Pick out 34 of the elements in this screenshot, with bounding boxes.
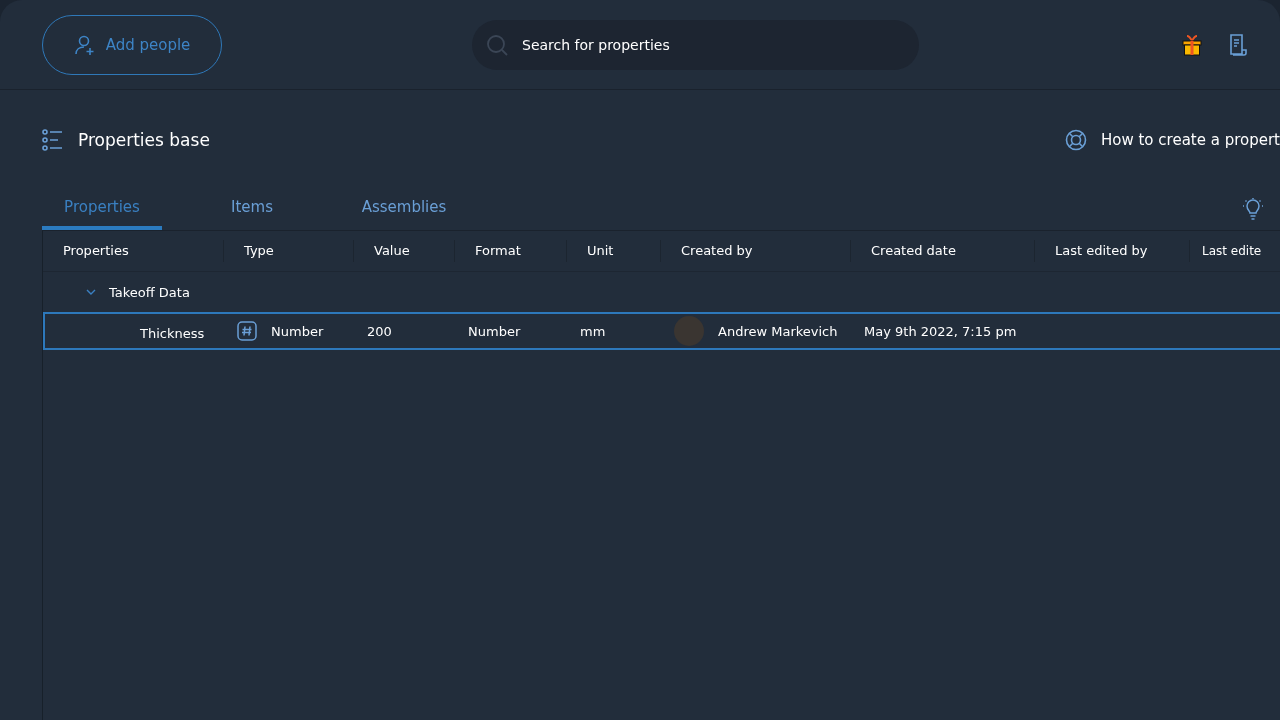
tab[interactable]: Assemblies (344, 188, 464, 230)
table-cell-text: Number (467, 323, 522, 339)
column-header[interactable]: Created date (850, 240, 1034, 262)
lightbulb-icon[interactable] (1242, 198, 1264, 220)
group-name: Takeoff Data (109, 284, 190, 300)
search-field[interactable]: Search for properties (472, 19, 919, 70)
column-header[interactable]: Created by (660, 240, 850, 262)
table-row[interactable]: Thickness Number 200 Number mm Andrew Markevich May 9th 2022, 7:15 pm (43, 312, 1280, 350)
table-cell-text: 200 (366, 323, 393, 339)
column-header[interactable]: Last edited by (1034, 240, 1189, 262)
column-header[interactable]: Properties (43, 240, 223, 262)
document-icon[interactable] (1228, 33, 1248, 56)
column-header[interactable]: Type (223, 240, 353, 262)
table-cell-text: May 9th 2022, 7:15 pm (863, 323, 1018, 339)
search-icon (486, 33, 508, 56)
gift-icon[interactable] (1182, 33, 1202, 56)
search-input[interactable]: Search for properties (520, 35, 905, 54)
column-header[interactable]: Last edite (1189, 240, 1280, 262)
column-header[interactable]: Unit (566, 240, 660, 262)
column-header[interactable]: Format (454, 240, 566, 262)
table-cell: Number (271, 323, 324, 339)
add-person-icon (73, 33, 96, 56)
table-cell-text: mm (579, 323, 607, 339)
tab[interactable]: Items (222, 188, 282, 230)
help-link[interactable]: How to create a propert (1101, 131, 1280, 149)
table-cell: Andrew Markevich (718, 323, 838, 339)
list-icon (42, 129, 64, 151)
lifebuoy-icon (1065, 129, 1087, 151)
table-cell-text: Thickness (139, 325, 206, 341)
page-title: Properties base (78, 130, 210, 150)
avatar (674, 316, 704, 346)
column-header[interactable]: Value (353, 240, 454, 262)
chevron-icon[interactable] (85, 288, 97, 296)
hash-icon (237, 321, 257, 341)
